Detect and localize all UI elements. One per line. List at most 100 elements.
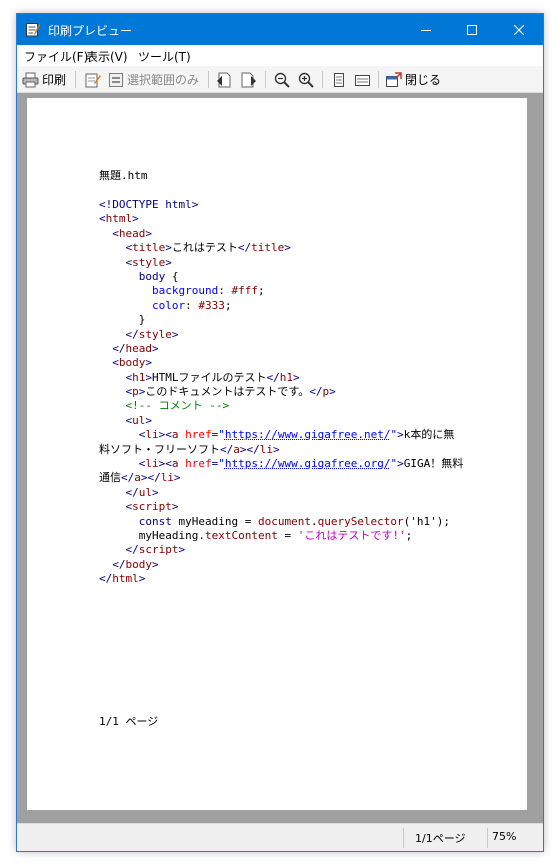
code-token: a <box>171 457 179 471</box>
toolbar: 印刷 選択範囲のみ 閉じる <box>17 66 543 93</box>
code-token: ; <box>224 298 232 312</box>
code-token: 'これはテストです!' <box>297 528 406 542</box>
page-setup-button[interactable] <box>84 70 101 89</box>
close-preview-button[interactable]: 閉じる <box>385 70 441 89</box>
code-token: </ <box>112 341 126 355</box>
preview-page: 無題.htm <!DOCTYPE html> <html> <head> <tit… <box>27 98 527 810</box>
close-preview-icon <box>386 71 402 87</box>
code-token: html <box>105 212 133 226</box>
print-selection-button[interactable]: 選択範囲のみ <box>108 70 199 89</box>
code-token: > <box>145 370 152 384</box>
notepad-app-icon <box>26 23 40 37</box>
code-line: </body> <box>99 558 444 572</box>
code-token: href <box>185 457 212 471</box>
code-token: href <box>185 428 212 442</box>
menu-file[interactable]: ファイル(F) <box>24 48 88 65</box>
code-line: myHeading.textContent = 'これはテストです!'; <box>99 529 444 543</box>
maximize-icon <box>467 24 477 35</box>
code-token: >< <box>158 428 172 442</box>
print-button[interactable]: 印刷 <box>22 70 66 89</box>
code-token: > <box>284 241 291 255</box>
code-token: </ <box>125 543 139 557</box>
code-token: style <box>138 327 172 341</box>
code-token: html <box>112 572 139 586</box>
code-token: </ <box>220 442 234 456</box>
code-line: <ul> <box>99 414 444 428</box>
toolbar-separator <box>378 71 379 88</box>
code-token: > <box>397 457 404 471</box>
next-page-button[interactable] <box>240 70 257 89</box>
code-token: head <box>118 226 146 240</box>
code-token: < <box>99 212 106 226</box>
code-token: > <box>174 471 181 485</box>
code-token: head <box>125 341 153 355</box>
menu-tools[interactable]: ツール(T) <box>138 48 191 65</box>
code-token: </ <box>121 471 135 485</box>
code-token: ('h1'); <box>403 514 451 528</box>
code-token: a <box>233 442 240 456</box>
code-line: <!-- コメント --> <box>99 399 444 413</box>
code-line: } <box>99 313 444 327</box>
code-line: </script> <box>99 543 444 557</box>
code-token: ul <box>132 413 146 427</box>
code-line: <title>これはテスト</title> <box>99 241 444 255</box>
code-line: <li><a href="https://www.gigafree.net/">… <box>99 428 455 442</box>
code-token: } <box>99 313 146 327</box>
code-token: body <box>118 356 146 370</box>
preview-area[interactable]: 無題.htm <!DOCTYPE html> <html> <head> <tit… <box>17 93 543 823</box>
code-line: 通信</a></li> <box>99 471 444 485</box>
code-token: h1 <box>132 370 146 384</box>
code-token: myHeading = <box>171 514 258 528</box>
code-token: > <box>145 356 152 370</box>
code-token: li <box>145 457 159 471</box>
code-line: <style> <box>99 256 444 270</box>
maximize-button[interactable] <box>449 14 495 45</box>
minimize-button[interactable] <box>403 14 449 45</box>
code-token: { <box>165 269 179 283</box>
code-token: </ <box>125 327 139 341</box>
code-token: body <box>138 269 166 283</box>
portrait-page-icon <box>334 72 344 87</box>
code-line: const myHeading = document.querySelector… <box>99 514 450 529</box>
code-token: k本的に無 <box>403 428 455 442</box>
code-token: ; <box>405 528 413 542</box>
code-token: myHeading. <box>99 528 205 542</box>
code-token: > <box>273 442 280 456</box>
code-token: script <box>132 500 172 514</box>
title-bar[interactable]: 印刷プレビュー <box>17 14 543 45</box>
printer-icon <box>22 72 39 87</box>
menu-view[interactable]: 表示(V) <box>86 48 128 65</box>
print-selection-label: 選択範囲のみ <box>127 73 200 87</box>
zoom-out-button[interactable] <box>274 70 290 89</box>
window-title: 印刷プレビュー <box>48 24 133 38</box>
landscape-button[interactable] <box>354 70 371 89</box>
zoom-in-button[interactable] <box>298 70 314 89</box>
code-token: https://www.gigafree.net/ <box>224 428 391 442</box>
code-token: " <box>218 457 225 471</box>
close-window-button[interactable] <box>496 14 542 45</box>
code-token: querySelector <box>317 514 404 528</box>
code-token: https://www.gigafree.org/ <box>224 457 391 471</box>
menu-bar: ファイル(F) 表示(V) ツール(T) <box>17 45 543 66</box>
code-line: <p>このドキュメントはテストです。</p> <box>99 385 444 399</box>
code-token: textContent <box>204 528 278 542</box>
code-token: > <box>165 241 172 255</box>
toolbar-separator <box>208 71 209 88</box>
code-token: > <box>171 500 179 514</box>
previous-page-button[interactable] <box>216 70 233 89</box>
portrait-button[interactable] <box>331 70 347 89</box>
code-line: <li><a href="https://www.gigafree.org/">… <box>99 457 463 471</box>
code-token: <!DOCTYPE html> <box>99 198 199 211</box>
code-token: : <box>185 298 199 312</box>
code-line: </html> <box>99 572 444 586</box>
